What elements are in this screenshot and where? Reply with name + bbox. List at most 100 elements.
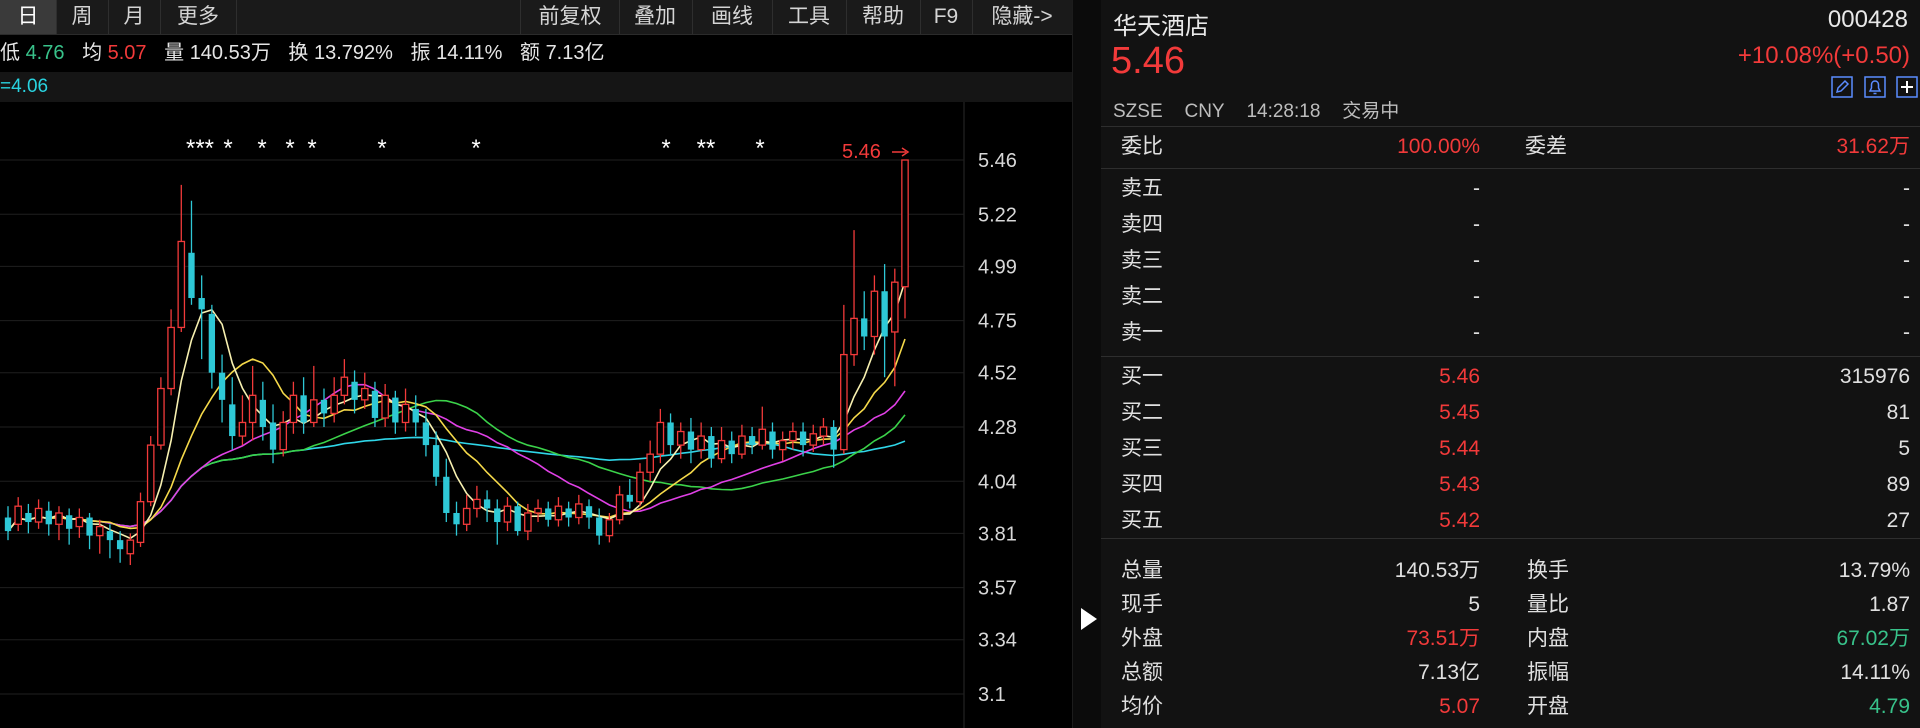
stat-label: 振幅 <box>1527 661 1569 684</box>
ask-level-label: 卖四 <box>1121 213 1163 236</box>
candle-body-down <box>351 381 358 400</box>
stats-row: 总量 140.53万 换手 13.79% <box>1101 554 1920 588</box>
turnover-label: 换 <box>288 42 309 64</box>
add-watchlist-icon[interactable] <box>1896 76 1918 98</box>
candle-body-down <box>596 517 603 536</box>
candle-body-down <box>422 422 430 446</box>
y-tick-label: 3.1 <box>978 684 1006 706</box>
candle-body-down <box>667 422 674 446</box>
candle-body-down <box>453 512 460 525</box>
candle-body-up <box>778 439 787 451</box>
ask-level-row: 卖三 - - <box>1101 244 1920 278</box>
stats-row: 均价 5.07 开盘 4.79 <box>1101 690 1920 724</box>
edit-icon[interactable] <box>1831 76 1853 98</box>
tab-day[interactable]: 日 <box>0 0 57 34</box>
candle-body-down <box>708 436 715 459</box>
divider <box>1101 168 1920 169</box>
low-value: 4.76 <box>25 42 65 64</box>
candle-body-down <box>25 512 32 523</box>
bell-alert-icon[interactable] <box>1863 76 1886 98</box>
ask-price: - <box>1473 177 1480 200</box>
candle-body-up <box>248 394 257 424</box>
stat-label: 换手 <box>1527 559 1569 582</box>
price-change: +10.08%(+0.50) <box>1737 42 1910 69</box>
candle-body-down <box>565 508 572 518</box>
candle-body-up <box>717 439 726 460</box>
f9-button[interactable]: F9 <box>920 0 973 34</box>
forward-adjust-button[interactable]: 前复权 <box>520 0 620 34</box>
help-button[interactable]: 帮助 <box>846 0 921 34</box>
candle-body-up <box>789 430 797 442</box>
bid-price: 5.45 <box>1439 401 1480 424</box>
candle-body-up <box>524 512 532 532</box>
candle-body-up <box>605 519 614 537</box>
y-tick-label: 4.99 <box>978 256 1017 278</box>
stat-value: 7.13亿 <box>1418 661 1480 684</box>
candlestick-chart[interactable]: *** * * * * * * * ** * 5.465.224.994.754.524.284.… <box>0 102 1072 728</box>
candle-body-down <box>687 431 695 450</box>
divider <box>1101 126 1920 127</box>
candle-body-up <box>360 387 369 401</box>
expand-arrow-icon[interactable] <box>1081 608 1097 630</box>
candle-body-down <box>494 508 501 523</box>
y-tick-label: 4.75 <box>978 311 1017 333</box>
candle-body-up <box>819 426 828 437</box>
draw-line-button[interactable]: 画线 <box>692 0 773 34</box>
stat-value: 5.07 <box>1439 695 1480 718</box>
bid-level-row: 买五 5.42 27 <box>1101 504 1920 538</box>
candle-body-up <box>238 421 247 437</box>
stat-label: 开盘 <box>1527 695 1569 718</box>
candle-body-up <box>146 444 155 503</box>
tab-month[interactable]: 月 <box>108 0 161 34</box>
tools-button[interactable]: 工具 <box>772 0 847 34</box>
bid-level-row: 买一 5.46 315976 <box>1101 360 1920 394</box>
stat-label: 总量 <box>1121 559 1163 582</box>
candle-body-up <box>554 505 563 521</box>
market-code: SZSE <box>1113 101 1163 122</box>
stat-value: 73.51万 <box>1406 627 1480 650</box>
ask-price: - <box>1473 285 1480 308</box>
candle-body-down <box>198 298 205 310</box>
panel-separator <box>1072 0 1102 728</box>
chart-panel: 日 周 月 更多 前复权 叠加 画线 工具 帮助 F9 隐藏-> 低 4.76 … <box>0 0 1072 728</box>
last-price-label: 5.46 <box>842 141 881 163</box>
stat-label: 外盘 <box>1121 627 1163 650</box>
volume-value: 140.53万 <box>189 42 271 64</box>
trading-status: 交易中 <box>1342 101 1400 122</box>
ask-volume: - <box>1903 321 1910 344</box>
currency: CNY <box>1184 101 1225 122</box>
ask-volume: - <box>1903 285 1910 308</box>
stat-value: 1.87 <box>1869 593 1910 616</box>
candle-body-up <box>157 387 165 446</box>
candle-body-up <box>279 421 288 451</box>
bid-level-label: 买四 <box>1121 473 1163 496</box>
tab-week[interactable]: 周 <box>56 0 109 34</box>
overlay-button[interactable]: 叠加 <box>618 0 693 34</box>
hide-panel-button[interactable]: 隐藏-> <box>972 0 1072 34</box>
candle-body-down <box>106 531 114 541</box>
y-tick-label: 3.81 <box>978 523 1017 545</box>
stock-code: 000428 <box>1827 6 1908 33</box>
candle-body-up <box>890 281 899 333</box>
ask-level-label: 卖三 <box>1121 249 1163 272</box>
tab-more[interactable]: 更多 <box>160 0 237 34</box>
candle-body-up <box>55 512 63 525</box>
y-tick-label: 4.04 <box>978 471 1017 493</box>
ask-price: - <box>1473 249 1480 272</box>
ma-value: =4.06 <box>0 76 49 97</box>
candle-body-down <box>259 399 266 427</box>
candle-body-down <box>229 404 236 437</box>
bid-volume: 5 <box>1898 437 1910 460</box>
candle-body-down <box>65 515 73 529</box>
turnover-value: 13.792% <box>313 42 393 64</box>
bid-volume: 27 <box>1886 509 1910 532</box>
candle-body-down <box>116 540 124 550</box>
star-marker: * <box>285 135 294 162</box>
bid-price: 5.43 <box>1439 473 1480 496</box>
stats-row: 外盘 73.51万 内盘 67.02万 <box>1101 622 1920 656</box>
stat-value: 4.79 <box>1869 695 1910 718</box>
candle-body-up <box>636 471 644 503</box>
candle-body-up <box>401 403 410 424</box>
price-summary-row: 低 4.76 均 5.07 量 140.53万 换 13.792% 振 14.1… <box>0 36 1072 70</box>
market-meta: SZSE CNY 14:28:18 交易中 <box>1113 96 1399 123</box>
